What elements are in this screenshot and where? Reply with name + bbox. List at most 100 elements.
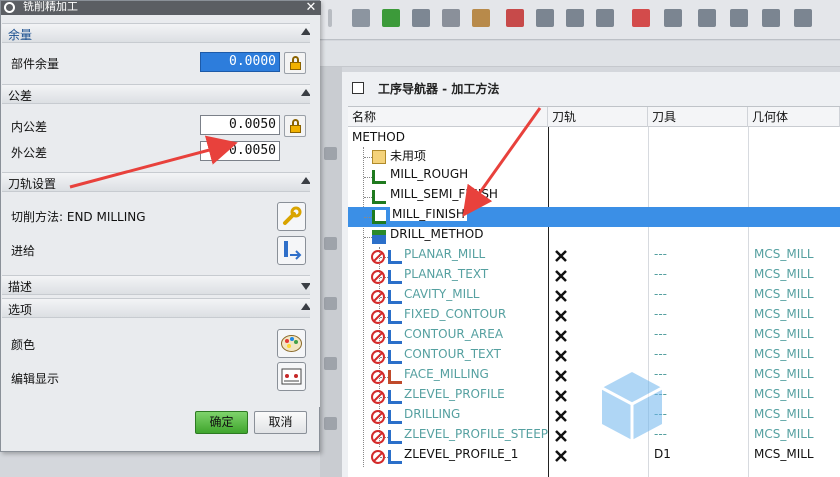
gear-icon[interactable] bbox=[4, 2, 15, 13]
operation-type-icon bbox=[388, 450, 402, 464]
section-stock[interactable]: 余量 bbox=[2, 23, 317, 43]
operation-type-icon bbox=[388, 430, 402, 444]
column-header-toolpath[interactable]: 刀轨 bbox=[548, 107, 648, 127]
tree-row-mill-rough[interactable]: MILL_ROUGH bbox=[348, 167, 840, 187]
operation-row[interactable]: PLANAR_MILL --- MCS_MILL bbox=[348, 247, 840, 267]
cut-method-label: 切削方法: END MILLING bbox=[11, 210, 146, 224]
color-label: 颜色 bbox=[11, 338, 36, 352]
toolbar-post-icon[interactable] bbox=[566, 9, 584, 27]
toolbar-shop-icon[interactable] bbox=[664, 9, 682, 27]
operation-name: FACE_MILLING bbox=[404, 367, 489, 381]
cancel-button[interactable]: 取消 bbox=[254, 411, 307, 434]
operation-row[interactable]: CONTOUR_TEXT --- MCS_MILL bbox=[348, 347, 840, 367]
folder-icon bbox=[372, 150, 386, 164]
tree-branch bbox=[364, 217, 372, 218]
row-label: MILL_SEMI_FINISH bbox=[390, 187, 498, 201]
dialog-scrollbar[interactable] bbox=[310, 15, 320, 407]
operation-name: PLANAR_MILL bbox=[404, 247, 486, 261]
tree-row-mill-finish[interactable]: MILL_FINISH bbox=[348, 207, 840, 227]
toolbar-sep-icon bbox=[328, 9, 332, 27]
resource-icon[interactable] bbox=[324, 417, 337, 430]
tree-row-drill-method[interactable]: DRILL_METHOD bbox=[348, 227, 840, 247]
not-generated-icon bbox=[371, 450, 385, 464]
part-stock-input[interactable]: 0.0000 bbox=[200, 52, 280, 72]
toolbar-output-icon[interactable] bbox=[596, 9, 614, 27]
tree-row-root[interactable]: METHOD bbox=[348, 127, 840, 147]
section-path-settings[interactable]: 刀轨设置 bbox=[2, 172, 317, 192]
toolpath-missing-icon bbox=[555, 270, 567, 282]
toolpath-missing-icon bbox=[555, 370, 567, 382]
row-label: 未用项 bbox=[390, 149, 427, 163]
section-tolerance[interactable]: 公差 bbox=[2, 84, 317, 104]
toolbar-op-icon[interactable] bbox=[698, 9, 716, 27]
column-header-name[interactable]: 名称 bbox=[348, 107, 548, 127]
toolbar-verify-icon[interactable] bbox=[382, 9, 400, 27]
operation-row[interactable]: PLANAR_TEXT --- MCS_MILL bbox=[348, 267, 840, 287]
not-generated-icon bbox=[371, 290, 385, 304]
section-description[interactable]: 描述 bbox=[2, 275, 317, 295]
column-header-tool[interactable]: 刀具 bbox=[648, 107, 748, 127]
not-generated-icon bbox=[371, 270, 385, 284]
toolbar-mill-icon[interactable] bbox=[762, 9, 780, 27]
resource-icon[interactable] bbox=[324, 237, 337, 250]
toolpath-missing-icon bbox=[555, 410, 567, 422]
resource-icon[interactable] bbox=[324, 147, 337, 160]
not-generated-icon bbox=[371, 410, 385, 424]
operation-type-icon bbox=[388, 310, 402, 324]
operation-name: CAVITY_MILL bbox=[404, 287, 480, 301]
column-header-geometry[interactable]: 几何体 bbox=[748, 107, 840, 127]
close-button[interactable]: ✕ bbox=[301, 1, 321, 15]
toolpath-missing-icon bbox=[555, 330, 567, 342]
toolbar-sim-icon[interactable] bbox=[794, 9, 812, 27]
section-options[interactable]: 选项 bbox=[2, 298, 317, 318]
tree-row-mill-semi-finish[interactable]: MILL_SEMI_FINISH bbox=[348, 187, 840, 207]
toolpath-missing-icon bbox=[555, 450, 567, 462]
outtol-input[interactable]: 0.0050 bbox=[200, 141, 280, 161]
lock-button[interactable] bbox=[284, 52, 306, 74]
toolbar-block-icon[interactable] bbox=[472, 9, 490, 27]
tree-branch bbox=[364, 177, 372, 178]
operation-tool: --- bbox=[654, 387, 667, 401]
ok-button[interactable]: 确定 bbox=[195, 411, 248, 434]
operation-tool: --- bbox=[654, 427, 667, 441]
lock-button[interactable] bbox=[284, 115, 306, 137]
navigator-pin-icon[interactable] bbox=[352, 82, 364, 94]
toolpath-missing-icon bbox=[555, 430, 567, 442]
operation-row[interactable]: FACE_MILLING --- MCS_MILL bbox=[348, 367, 840, 387]
operation-row[interactable]: FIXED_CONTOUR --- MCS_MILL bbox=[348, 307, 840, 327]
operation-type-icon bbox=[388, 350, 402, 364]
toolbar-text-icon[interactable] bbox=[506, 9, 524, 27]
section-title: 描述 bbox=[8, 280, 33, 294]
toolbar-tool-icon[interactable] bbox=[352, 9, 370, 27]
tree-row-unused[interactable]: 未用项 bbox=[348, 147, 840, 167]
toolbar-list-icon[interactable] bbox=[536, 9, 554, 27]
section-title: 刀轨设置 bbox=[8, 177, 57, 191]
navigator-title: 工序导航器 - 加工方法 bbox=[378, 81, 500, 96]
operation-row[interactable]: ZLEVEL_PROFILE_1 D1 MCS_MILL bbox=[348, 447, 840, 467]
operation-row[interactable]: DRILLING --- MCS_MILL bbox=[348, 407, 840, 427]
resource-icon[interactable] bbox=[324, 357, 337, 370]
operation-name: CONTOUR_TEXT bbox=[404, 347, 501, 361]
toolbar-cut-icon[interactable] bbox=[730, 9, 748, 27]
toolbar-delete-icon[interactable] bbox=[412, 9, 430, 27]
feeds-button[interactable] bbox=[277, 236, 306, 265]
operation-row[interactable]: CAVITY_MILL --- MCS_MILL bbox=[348, 287, 840, 307]
outtol-label: 外公差 bbox=[11, 146, 48, 160]
color-button[interactable] bbox=[277, 329, 306, 358]
operation-row[interactable]: ZLEVEL_PROFILE_STEEP --- MCS_MILL bbox=[348, 427, 840, 447]
operation-row[interactable]: ZLEVEL_PROFILE --- MCS_MILL bbox=[348, 387, 840, 407]
row-label: MILL_ROUGH bbox=[390, 167, 469, 181]
resource-icon[interactable] bbox=[324, 297, 337, 310]
not-generated-icon bbox=[371, 350, 385, 364]
toolbar-report-icon[interactable] bbox=[632, 9, 650, 27]
operation-row[interactable]: CONTOUR_AREA --- MCS_MILL bbox=[348, 327, 840, 347]
dialog-title: 铣削精加工 bbox=[1, 1, 321, 15]
mill-method-icon bbox=[372, 190, 386, 204]
intol-input[interactable]: 0.0050 bbox=[200, 115, 280, 135]
operation-type-icon bbox=[388, 250, 402, 264]
operation-geometry: MCS_MILL bbox=[754, 247, 814, 261]
row-label: DRILL_METHOD bbox=[390, 227, 484, 241]
cut-method-button[interactable] bbox=[277, 202, 306, 231]
toolbar-holder-icon[interactable] bbox=[442, 9, 460, 27]
edit-display-button[interactable] bbox=[277, 362, 306, 391]
